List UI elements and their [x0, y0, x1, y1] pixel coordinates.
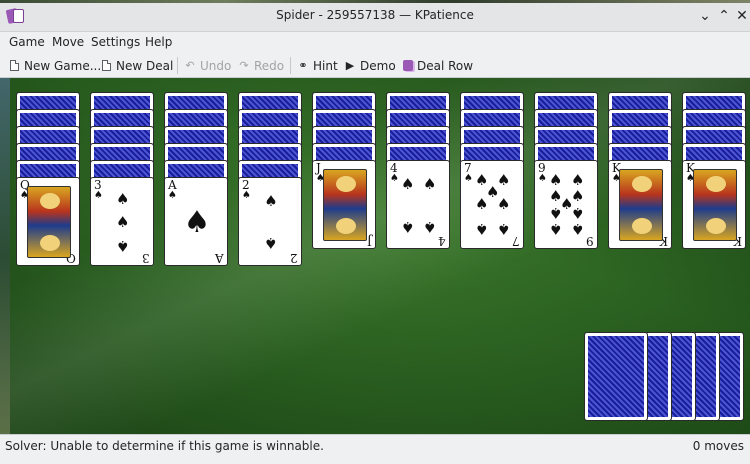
playing-card[interactable]: Q ♠ Q	[16, 177, 80, 266]
spade-icon: ♠	[497, 220, 511, 238]
playing-card[interactable]: 9 ♠ 9 ♠ ♠ ♠ ♠ ♠ ♠ ♠ ♠ ♠	[534, 160, 598, 249]
hint-label: Hint	[313, 58, 338, 73]
document-new-icon	[102, 60, 111, 71]
spade-icon: ♠	[571, 204, 585, 222]
close-button[interactable]: ✕	[733, 7, 750, 25]
undo-button[interactable]: ↶ Undo	[184, 57, 231, 74]
desktop-edge	[0, 78, 10, 434]
playing-card[interactable]: 3 ♠ 3 ♠ ♠ ♠	[90, 177, 154, 266]
court-card-figure	[619, 169, 663, 241]
maximize-button[interactable]: ⌃	[715, 7, 733, 25]
redo-icon: ↷	[239, 59, 249, 72]
spade-icon: ♠	[264, 192, 278, 210]
menu-bar: Game Move Settings Help	[0, 32, 750, 53]
spade-icon: ♠	[549, 171, 563, 189]
toolbar: New Game... New Deal ↶ Undo ↷ Redo ⚭ Hin…	[0, 53, 750, 78]
hint-button[interactable]: ⚭ Hint	[297, 57, 338, 74]
game-board[interactable]: Q ♠ Q 3 ♠ 3 ♠ ♠ ♠ A ♠ A ♠ 2 ♠ 2 ♠ ♠ J ♠ J 4 ♠ 4 ♠ ♠ ♠ ♠ 7 ♠ 7 ♠ ♠ ♠ ♠ ♠ ♠ ♠ 9 ♠…	[0, 78, 750, 434]
playing-card[interactable]: 7 ♠ 7 ♠ ♠ ♠ ♠ ♠ ♠ ♠	[460, 160, 524, 249]
deal-cards-icon	[403, 60, 413, 71]
pip-area: ♠ ♠ ♠	[101, 188, 145, 258]
new-game-button[interactable]: New Game...	[10, 57, 101, 74]
solver-status: Solver: Unable to determine if this game…	[5, 439, 324, 453]
toolbar-separator	[177, 57, 178, 74]
court-card-figure	[693, 169, 737, 241]
status-bar: Solver: Unable to determine if this game…	[0, 434, 750, 464]
pip-area: ♠ ♠ ♠ ♠ ♠ ♠ ♠	[471, 171, 515, 241]
deal-row-button[interactable]: Deal Row	[403, 57, 473, 74]
spade-icon: ♠	[401, 175, 415, 193]
menu-settings[interactable]: Settings	[91, 35, 140, 49]
playing-card[interactable]: K ♠ K	[608, 160, 672, 249]
menu-game[interactable]: Game	[9, 35, 45, 49]
desktop-background-strip	[0, 0, 750, 3]
new-game-label: New Game...	[24, 58, 102, 73]
spade-icon: ♠	[549, 204, 563, 222]
chevron-down-icon: ⌄	[699, 8, 711, 24]
spade-icon: ♠	[423, 175, 437, 193]
lightbulb-icon: ⚭	[298, 59, 308, 72]
court-card-figure	[27, 186, 71, 258]
court-card-figure	[323, 169, 367, 241]
chevron-up-icon: ⌃	[718, 8, 730, 24]
close-icon: ✕	[736, 8, 748, 24]
card-rank: J	[367, 234, 372, 248]
spade-icon: ♠	[475, 220, 489, 238]
redo-button[interactable]: ↷ Redo	[238, 57, 284, 74]
play-icon: ▶	[345, 59, 355, 72]
pip-area: ♠ ♠ ♠ ♠ ♠ ♠ ♠ ♠ ♠	[545, 171, 589, 241]
move-count: 0 moves	[692, 439, 744, 453]
undo-icon: ↶	[185, 59, 195, 72]
demo-button[interactable]: ▶ Demo	[344, 57, 396, 74]
playing-card[interactable]: J ♠ J	[312, 160, 376, 249]
playing-card[interactable]: A ♠ A ♠	[164, 177, 228, 266]
document-new-icon	[10, 60, 19, 71]
spade-icon: ♠	[183, 204, 211, 240]
pip-area: ♠ ♠ ♠ ♠	[397, 171, 441, 241]
spade-icon: ♠	[401, 218, 415, 236]
new-deal-label: New Deal	[116, 58, 174, 73]
window-title: Spider - 259557138 — KPatience	[276, 8, 474, 22]
spade-icon: ♠	[497, 195, 511, 213]
spade-icon: ♠	[423, 218, 437, 236]
menu-help[interactable]: Help	[145, 35, 172, 49]
new-deal-button[interactable]: New Deal	[102, 57, 173, 74]
spade-icon: ♠	[571, 220, 585, 238]
title-bar: Spider - 259557138 — KPatience ⌄ ⌃ ✕	[0, 0, 750, 32]
playing-card[interactable]: 2 ♠ 2 ♠ ♠	[238, 177, 302, 266]
demo-label: Demo	[360, 58, 396, 73]
menu-move[interactable]: Move	[52, 35, 84, 49]
spade-icon: ♠	[571, 171, 585, 189]
spade-icon: ♠	[116, 213, 130, 231]
stock-pile[interactable]	[584, 332, 648, 421]
playing-card[interactable]: K ♠ K	[682, 160, 746, 249]
toolbar-separator	[290, 57, 291, 74]
spade-icon: ♠	[475, 195, 489, 213]
minimize-button[interactable]: ⌄	[696, 7, 714, 25]
spade-icon: ♠ ♠	[249, 190, 293, 254]
deal-row-label: Deal Row	[417, 58, 474, 73]
undo-label: Undo	[200, 58, 232, 73]
playing-card[interactable]: 4 ♠ 4 ♠ ♠ ♠ ♠	[386, 160, 450, 249]
spade-icon: ♠	[264, 234, 278, 252]
spade-icon: ♠	[116, 190, 130, 208]
redo-label: Redo	[254, 58, 285, 73]
spade-icon: ♠	[116, 237, 130, 255]
spade-icon: ♠	[549, 220, 563, 238]
